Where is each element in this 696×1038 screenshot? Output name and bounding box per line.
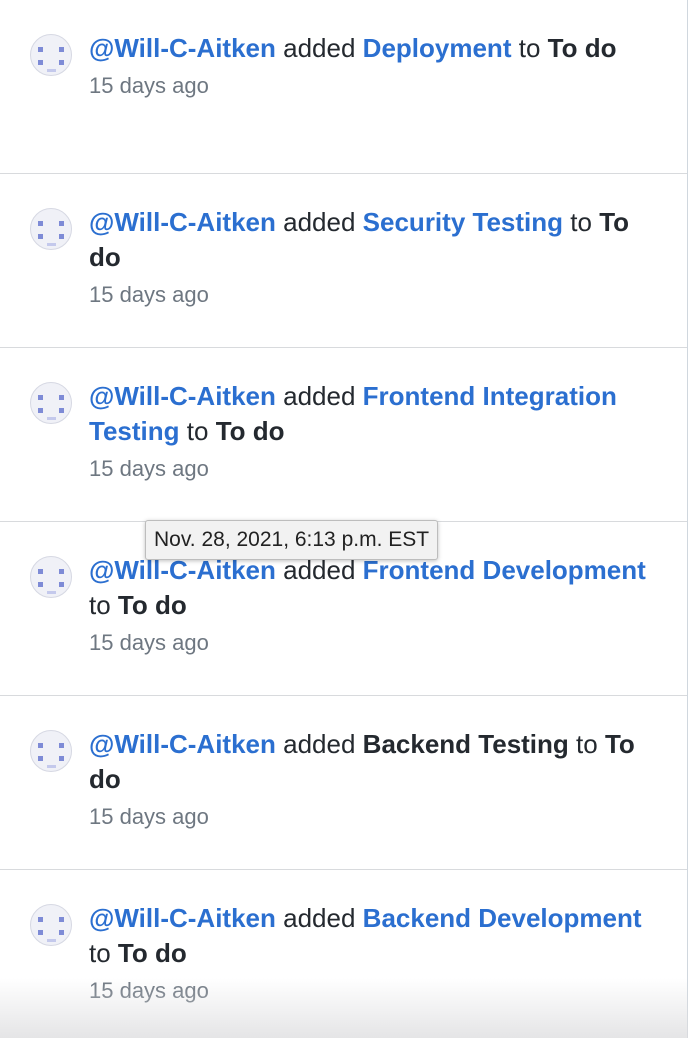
column-name: To do (547, 33, 617, 63)
avatar-pixel (59, 756, 64, 761)
activity-item: @Will-C-Aitken added Frontend Integratio… (0, 348, 687, 522)
activity-feed: @Will-C-Aitken added Deployment to To do… (0, 0, 688, 1038)
user-link[interactable]: @Will-C-Aitken (89, 729, 276, 759)
activity-item: @Will-C-Aitken added Security Testing to… (0, 174, 687, 348)
avatar-pixel (38, 582, 43, 587)
avatar-pixel (38, 743, 43, 748)
avatar-pixel (47, 939, 56, 942)
preposition: to (570, 207, 592, 237)
avatar-pixel (47, 765, 56, 768)
timestamp[interactable]: 15 days ago (89, 281, 661, 309)
avatar-pixel (38, 395, 43, 400)
avatar-pixel (38, 756, 43, 761)
avatar-pixel (59, 60, 64, 65)
preposition: to (576, 729, 598, 759)
activity-item: @Will-C-Aitken added Deployment to To do… (0, 0, 687, 174)
user-link[interactable]: @Will-C-Aitken (89, 903, 276, 933)
card-link[interactable]: Security Testing (363, 207, 563, 237)
avatar-pixel (59, 234, 64, 239)
timestamp[interactable]: 15 days ago (89, 803, 661, 831)
avatar-pixel (59, 582, 64, 587)
avatar-pixel (47, 591, 56, 594)
activity-text: @Will-C-Aitken added Security Testing to… (89, 205, 661, 275)
avatar[interactable] (30, 208, 72, 250)
avatar-pixel (38, 221, 43, 226)
avatar-pixel (38, 569, 43, 574)
avatar-pixel (38, 917, 43, 922)
activity-content: @Will-C-Aitken added Backend Development… (89, 901, 661, 1005)
avatar[interactable] (30, 904, 72, 946)
activity-content: @Will-C-Aitken added Frontend Developmen… (89, 553, 661, 657)
avatar[interactable] (30, 382, 72, 424)
card-link[interactable]: Deployment (363, 33, 512, 63)
timestamp[interactable]: 15 days ago (89, 72, 661, 100)
avatar-pixel (59, 743, 64, 748)
column-name: To do (117, 590, 187, 620)
preposition: to (89, 938, 111, 968)
card-name: Backend Testing (362, 729, 569, 759)
activity-content: @Will-C-Aitken added Security Testing to… (89, 205, 661, 309)
avatar[interactable] (30, 34, 72, 76)
user-link[interactable]: @Will-C-Aitken (89, 381, 276, 411)
avatar-pixel (47, 417, 56, 420)
avatar-pixel (38, 408, 43, 413)
timestamp[interactable]: 15 days ago (89, 455, 661, 483)
preposition: to (89, 590, 111, 620)
avatar-pixel (38, 930, 43, 935)
action-verb: added (283, 903, 356, 933)
avatar-pixel (59, 221, 64, 226)
column-name: To do (215, 416, 285, 446)
activity-text: @Will-C-Aitken added Frontend Developmen… (89, 553, 661, 623)
timestamp[interactable]: 15 days ago (89, 629, 661, 657)
avatar-pixel (47, 243, 56, 246)
avatar-pixel (59, 930, 64, 935)
avatar[interactable] (30, 730, 72, 772)
activity-text: @Will-C-Aitken added Backend Testing to … (89, 727, 661, 797)
user-link[interactable]: @Will-C-Aitken (89, 33, 276, 63)
activity-content: @Will-C-Aitken added Deployment to To do… (89, 31, 661, 100)
activity-item: @Will-C-Aitken added Backend Development… (0, 870, 687, 1038)
action-verb: added (283, 381, 356, 411)
avatar-pixel (59, 917, 64, 922)
card-link[interactable]: Backend Development (363, 903, 642, 933)
action-verb: added (283, 207, 356, 237)
column-name: To do (117, 938, 187, 968)
avatar-pixel (38, 60, 43, 65)
avatar-pixel (38, 47, 43, 52)
activity-text: @Will-C-Aitken added Backend Development… (89, 901, 661, 971)
preposition: to (186, 416, 209, 446)
timestamp[interactable]: 15 days ago (89, 977, 661, 1005)
avatar[interactable] (30, 556, 72, 598)
activity-text: @Will-C-Aitken added Deployment to To do (89, 31, 661, 66)
activity-content: @Will-C-Aitken added Backend Testing to … (89, 727, 661, 831)
avatar-pixel (59, 408, 64, 413)
activity-content: @Will-C-Aitken added Frontend Integratio… (89, 379, 661, 483)
preposition: to (518, 33, 541, 63)
user-link[interactable]: @Will-C-Aitken (89, 207, 276, 237)
avatar-pixel (47, 69, 56, 72)
activity-item: @Will-C-Aitken added Backend Testing to … (0, 696, 687, 870)
avatar-pixel (59, 569, 64, 574)
action-verb: added (283, 729, 356, 759)
action-verb: added (283, 33, 356, 63)
timestamp-tooltip: Nov. 28, 2021, 6:13 p.m. EST (145, 520, 439, 560)
avatar-pixel (59, 395, 64, 400)
avatar-pixel (59, 47, 64, 52)
activity-text: @Will-C-Aitken added Frontend Integratio… (89, 379, 661, 449)
avatar-pixel (38, 234, 43, 239)
